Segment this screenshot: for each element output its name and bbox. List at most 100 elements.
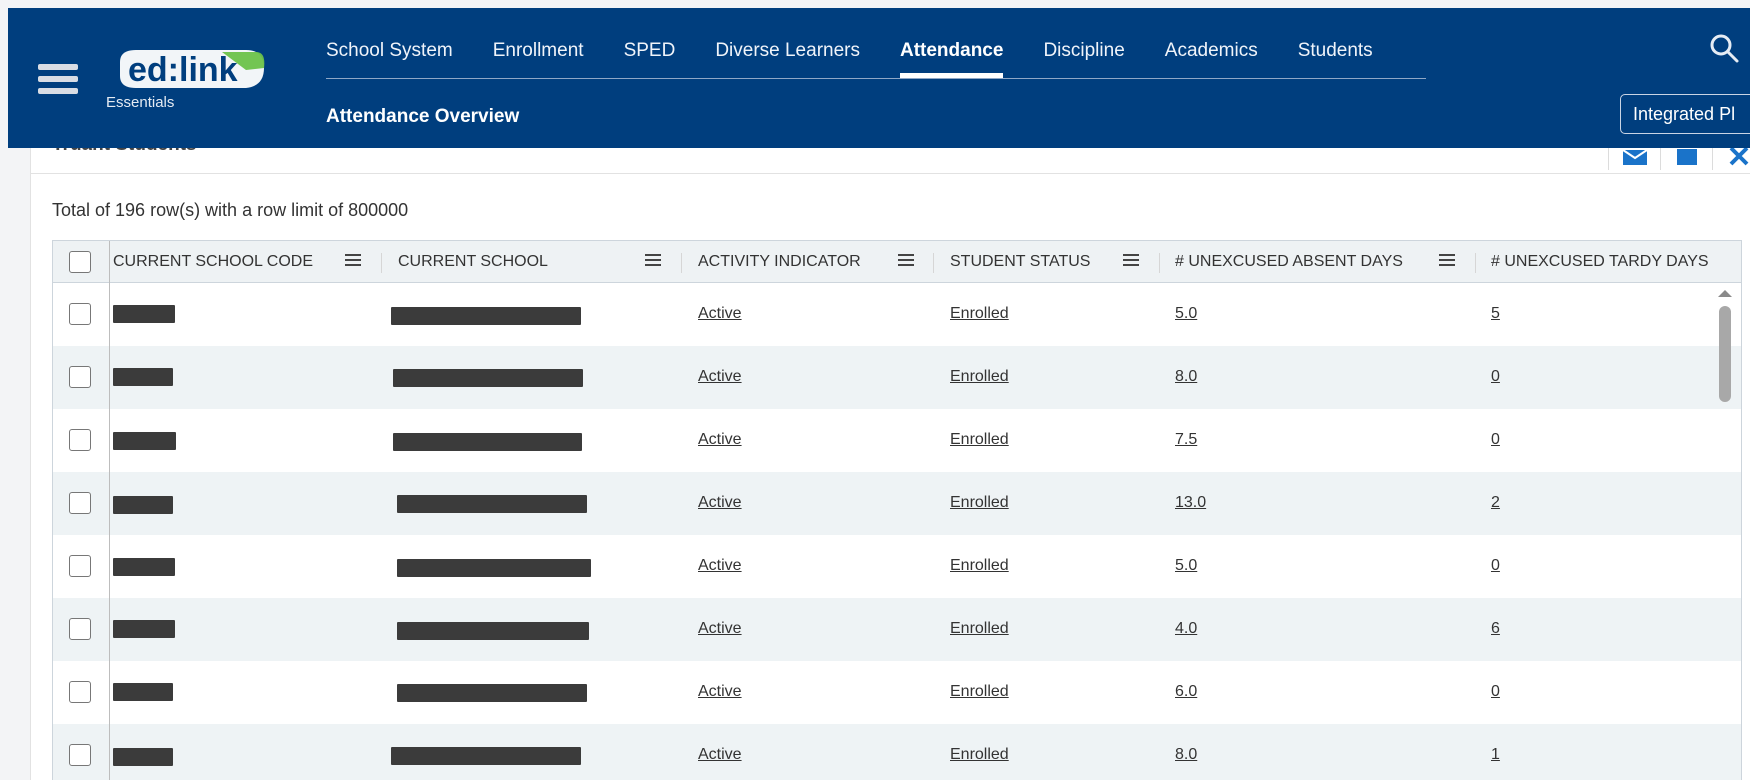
row-checkbox[interactable]	[69, 618, 91, 640]
status-link[interactable]: Enrolled	[950, 368, 1009, 386]
close-icon[interactable]	[1712, 146, 1750, 170]
activity-link[interactable]: Active	[698, 494, 742, 512]
column-separator	[1159, 253, 1160, 273]
row-checkbox[interactable]	[69, 681, 91, 703]
subnav-attendance-overview[interactable]: Attendance Overview	[326, 106, 519, 128]
tardy-days-link[interactable]: 0	[1491, 683, 1500, 701]
column-header-status[interactable]: STUDENT STATUS	[950, 241, 1090, 283]
activity-link[interactable]: Active	[698, 431, 742, 449]
column-menu-icon[interactable]	[898, 254, 914, 268]
table-row: Active Enrolled 8.0 1	[53, 724, 1741, 780]
status-link[interactable]: Enrolled	[950, 494, 1009, 512]
column-menu-icon[interactable]	[645, 254, 661, 268]
column-separator	[1475, 253, 1476, 273]
status-link[interactable]: Enrolled	[950, 431, 1009, 449]
activity-link[interactable]: Active	[698, 683, 742, 701]
absent-days-link[interactable]: 5.0	[1175, 557, 1197, 575]
nav-enrollment[interactable]: Enrollment	[493, 32, 584, 78]
select-all-checkbox[interactable]	[69, 251, 91, 273]
absent-days-link[interactable]: 5.0	[1175, 305, 1197, 323]
column-header-school-code[interactable]: CURRENT SCHOOL CODE	[113, 241, 313, 283]
redacted-school-name	[391, 307, 581, 325]
vertical-scrollbar[interactable]	[1719, 306, 1731, 402]
redacted-school-name	[397, 684, 587, 702]
absent-days-link[interactable]: 8.0	[1175, 368, 1197, 386]
nav-divider	[326, 78, 1426, 79]
redacted-school-code	[113, 748, 173, 766]
redacted-school-code	[113, 305, 175, 323]
column-header-activity[interactable]: ACTIVITY INDICATOR	[698, 241, 861, 283]
data-grid: CURRENT SCHOOL CODE CURRENT SCHOOL ACTIV…	[52, 240, 1742, 780]
column-header-absent-days[interactable]: # UNEXCUSED ABSENT DAYS	[1175, 241, 1403, 283]
integrated-button[interactable]: Integrated Pl	[1620, 94, 1750, 134]
redacted-school-name	[397, 622, 589, 640]
tardy-days-link[interactable]: 0	[1491, 557, 1500, 575]
column-menu-icon[interactable]	[345, 254, 361, 268]
nav-attendance[interactable]: Attendance	[899, 32, 1004, 78]
absent-days-link[interactable]: 6.0	[1175, 683, 1197, 701]
checkbox-column-divider	[109, 241, 110, 780]
nav-school-system[interactable]: School System	[326, 32, 453, 78]
column-menu-icon[interactable]	[1123, 254, 1139, 268]
status-link[interactable]: Enrolled	[950, 305, 1009, 323]
activity-link[interactable]: Active	[698, 746, 742, 764]
tardy-days-link[interactable]: 5	[1491, 305, 1500, 323]
row-checkbox[interactable]	[69, 555, 91, 577]
row-checkbox[interactable]	[69, 492, 91, 514]
column-menu-icon[interactable]	[1439, 254, 1455, 268]
save-icon[interactable]	[1660, 146, 1712, 170]
column-separator	[381, 253, 382, 273]
absent-days-link[interactable]: 8.0	[1175, 746, 1197, 764]
status-link[interactable]: Enrolled	[950, 746, 1009, 764]
redacted-school-code	[113, 496, 173, 514]
logo-subtitle: Essentials	[106, 94, 175, 111]
activity-link[interactable]: Active	[698, 620, 742, 638]
nav-sped[interactable]: SPED	[624, 32, 676, 78]
row-checkbox[interactable]	[69, 303, 91, 325]
tardy-days-link[interactable]: 1	[1491, 746, 1500, 764]
nav-discipline[interactable]: Discipline	[1043, 32, 1124, 78]
report-toolbar	[1608, 146, 1750, 170]
nav-academics[interactable]: Academics	[1165, 32, 1258, 78]
nav-diverse-learners[interactable]: Diverse Learners	[715, 32, 860, 78]
nav-students[interactable]: Students	[1298, 32, 1373, 78]
redacted-school-code	[113, 368, 173, 386]
email-icon[interactable]	[1608, 146, 1660, 170]
status-link[interactable]: Enrolled	[950, 620, 1009, 638]
table-row: Active Enrolled 5.0 0	[53, 535, 1741, 598]
scroll-up-arrow-icon[interactable]	[1718, 290, 1732, 297]
row-count-text: Total of 196 row(s) with a row limit of …	[52, 200, 409, 220]
top-header: ed:link Essentials School System Enrollm…	[8, 8, 1750, 148]
title-divider	[30, 173, 1750, 174]
redacted-school-name	[397, 495, 587, 513]
column-header-tardy-days[interactable]: # UNEXCUSED TARDY DAYS	[1491, 241, 1709, 283]
search-icon[interactable]	[1708, 32, 1740, 64]
grid-header: CURRENT SCHOOL CODE CURRENT SCHOOL ACTIV…	[53, 241, 1741, 283]
absent-days-link[interactable]: 4.0	[1175, 620, 1197, 638]
row-checkbox[interactable]	[69, 429, 91, 451]
table-row: Active Enrolled 5.0 5	[53, 283, 1741, 346]
row-checkbox[interactable]	[69, 744, 91, 766]
absent-days-link[interactable]: 13.0	[1175, 494, 1206, 512]
grid-body: Active Enrolled 5.0 5 Active Enrolled 8.…	[53, 283, 1741, 780]
redacted-school-code	[113, 432, 176, 450]
activity-link[interactable]: Active	[698, 305, 742, 323]
row-checkbox[interactable]	[69, 366, 91, 388]
main-nav: School System Enrollment SPED Diverse Le…	[326, 32, 1413, 82]
redacted-school-code	[113, 620, 175, 638]
tardy-days-link[interactable]: 2	[1491, 494, 1500, 512]
column-separator	[933, 253, 934, 273]
redacted-school-name	[391, 747, 581, 765]
activity-link[interactable]: Active	[698, 368, 742, 386]
absent-days-link[interactable]: 7.5	[1175, 431, 1197, 449]
tardy-days-link[interactable]: 0	[1491, 368, 1500, 386]
menu-icon[interactable]	[38, 64, 78, 98]
status-link[interactable]: Enrolled	[950, 557, 1009, 575]
tardy-days-link[interactable]: 6	[1491, 620, 1500, 638]
status-link[interactable]: Enrolled	[950, 683, 1009, 701]
redacted-school-name	[393, 433, 582, 451]
column-header-school[interactable]: CURRENT SCHOOL	[398, 241, 548, 283]
activity-link[interactable]: Active	[698, 557, 742, 575]
tardy-days-link[interactable]: 0	[1491, 431, 1500, 449]
redacted-school-code	[113, 683, 173, 701]
